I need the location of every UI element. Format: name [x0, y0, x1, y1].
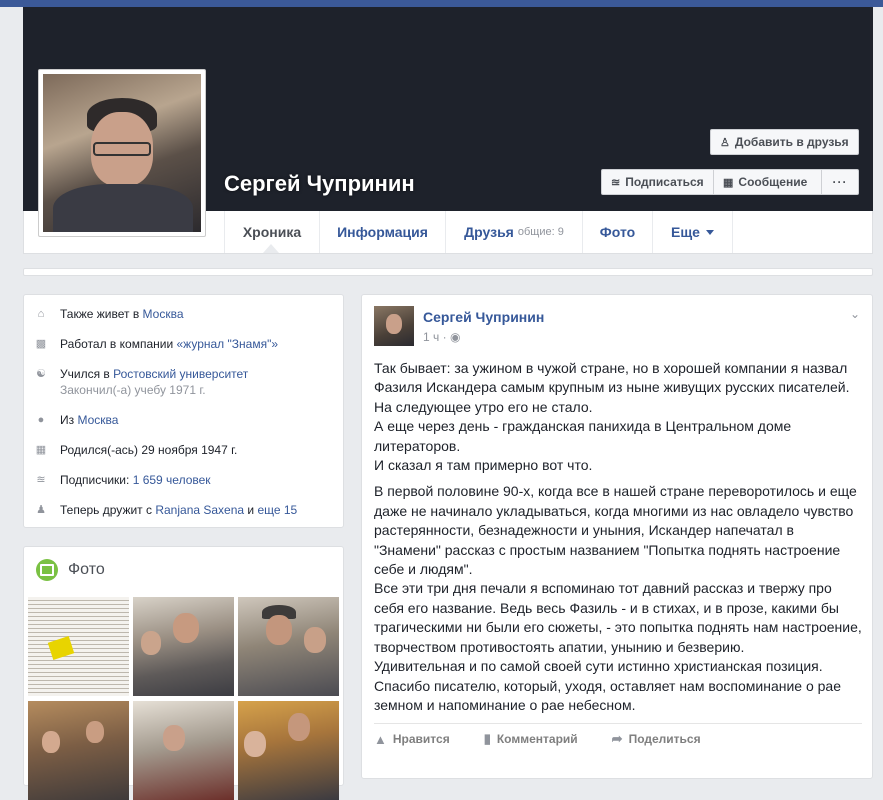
- followers-label: Подписчики:: [60, 473, 133, 487]
- lives-label: Также живет в: [60, 307, 143, 321]
- about-work: ▩ Работал в компании «журнал "Знамя"»: [35, 337, 278, 351]
- message-button[interactable]: ▦ Сообщение: [714, 169, 822, 195]
- timeline-post: Сергей Чупринин 1 ч · ◉ ⌄ Так бывает: за…: [361, 294, 873, 779]
- photo-thumb-group[interactable]: [28, 701, 129, 800]
- tab-more-label: Еще: [671, 224, 700, 240]
- photo-icon: [36, 559, 58, 581]
- study-finished: Закончил(-а) учебу 1971 г.: [60, 383, 206, 397]
- lives-city-link[interactable]: Москва: [143, 307, 184, 321]
- more-options-button[interactable]: ···: [822, 169, 859, 195]
- post-author-avatar[interactable]: [374, 306, 414, 346]
- photos-box: Фото: [23, 546, 344, 800]
- about-followers: ≊ Подписчики: 1 659 человек: [35, 473, 211, 487]
- caret-down-icon: [705, 229, 714, 235]
- message-icon: ▦: [723, 176, 734, 189]
- house-icon: ⌂: [37, 308, 45, 320]
- work-company-link[interactable]: «журнал "Знамя"»: [177, 337, 279, 351]
- friend-name-link[interactable]: Ranjana Saxena: [155, 503, 244, 517]
- rss-icon: ≊: [36, 474, 46, 486]
- from-label: Из: [60, 413, 78, 427]
- photo-thumb-woman-man[interactable]: [238, 701, 339, 800]
- photo-thumb-men-in-caps[interactable]: [238, 597, 339, 696]
- tab-more[interactable]: Еще: [653, 211, 733, 253]
- rss-icon: ≊: [611, 176, 621, 189]
- chevron-down-icon[interactable]: ⌄: [850, 307, 860, 321]
- people-icon: ♟: [36, 504, 46, 516]
- intro-box: ⌂ Также живет в Москва ▩ Работал в компа…: [23, 294, 344, 528]
- comment-label: Комментарий: [496, 732, 578, 746]
- tab-friends[interactable]: Друзья общие: 9: [446, 211, 583, 253]
- friends-label: Теперь дружит с: [60, 503, 156, 517]
- add-friend-icon: ♙: [720, 136, 730, 149]
- school-icon: ☯: [36, 368, 46, 380]
- profile-picture[interactable]: [38, 69, 206, 237]
- post-divider: [374, 723, 862, 724]
- message-label: Сообщение: [738, 175, 808, 189]
- post-paragraph-1: Так бывает: за ужином в чужой стране, но…: [374, 360, 850, 474]
- post-author-name[interactable]: Сергей Чупринин: [423, 309, 544, 325]
- friends-and: и: [244, 503, 258, 517]
- like-label: Нравится: [392, 732, 450, 746]
- study-label: Учился в: [60, 367, 114, 381]
- about-lives: ⌂ Также живет в Москва: [35, 307, 184, 321]
- tab-photos[interactable]: Фото: [583, 211, 653, 253]
- comment-icon: ▮: [483, 731, 491, 746]
- photos-header[interactable]: Фото: [36, 559, 105, 581]
- friends-common-count: общие: 9: [517, 226, 564, 238]
- calendar-icon: ▦: [35, 444, 47, 456]
- profile-photo-image: [43, 74, 201, 232]
- photo-thumb-newspaper[interactable]: [28, 597, 129, 696]
- tab-info-label: Информация: [337, 224, 428, 240]
- add-friend-label: Добавить в друзья: [734, 135, 849, 149]
- post-actions: ▲ Нравится ▮ Комментарий ➦ Поделиться: [374, 731, 735, 747]
- photo-thumb-audience[interactable]: [133, 701, 234, 800]
- location-pin-icon: ●: [37, 414, 45, 426]
- about-friends: ♟ Теперь дружит с Ranjana Saxena и еще 1…: [35, 503, 297, 517]
- work-label: Работал в компании: [60, 337, 177, 351]
- tab-info[interactable]: Информация: [320, 211, 446, 253]
- photos-title: Фото: [68, 561, 105, 578]
- friends-more-link[interactable]: еще 15: [257, 503, 297, 517]
- thumbs-up-icon: ▲: [374, 731, 387, 747]
- post-meta: 1 ч · ◉: [423, 330, 460, 344]
- share-icon: ➦: [611, 731, 623, 746]
- composer-bar: [23, 268, 873, 276]
- tab-timeline-label: Хроника: [242, 224, 302, 240]
- briefcase-icon: ▩: [35, 338, 47, 350]
- more-label: ···: [832, 175, 848, 189]
- about-study: ☯ Учился в Ростовский университет Закончи…: [35, 367, 248, 397]
- photo-thumb-men-at-table[interactable]: [133, 597, 234, 696]
- active-tab-indicator: [263, 244, 279, 253]
- top-bar: [0, 0, 883, 7]
- study-school-link[interactable]: Ростовский университет: [113, 367, 248, 381]
- share-label: Поделиться: [628, 732, 701, 746]
- post-body: Так бывает: за ужином в чужой стране, но…: [374, 359, 864, 722]
- globe-icon[interactable]: ◉: [450, 330, 460, 344]
- followers-count-link[interactable]: 1 659 человек: [133, 473, 211, 487]
- about-born: ▦ Родился(-ась) 29 ноября 1947 г.: [35, 443, 238, 457]
- subscribe-label: Подписаться: [625, 175, 704, 189]
- born-label: Родился(-ась) 29 ноября 1947 г.: [60, 443, 238, 457]
- subscribe-button[interactable]: ≊ Подписаться: [601, 169, 714, 195]
- from-city-link[interactable]: Москва: [77, 413, 118, 427]
- post-time[interactable]: 1 ч ·: [423, 330, 450, 344]
- share-button[interactable]: ➦ Поделиться: [612, 731, 701, 747]
- comment-button[interactable]: ▮ Комментарий: [484, 731, 578, 747]
- like-button[interactable]: ▲ Нравится: [374, 731, 450, 747]
- add-friend-button[interactable]: ♙ Добавить в друзья: [710, 129, 859, 155]
- post-paragraph-2: В первой половине 90-х, когда все в наше…: [374, 483, 862, 713]
- profile-name[interactable]: Сергей Чупринин: [224, 171, 415, 197]
- tab-photos-label: Фото: [599, 224, 636, 240]
- tab-friends-label: Друзья: [464, 224, 514, 240]
- about-from: ● Из Москва: [35, 413, 119, 427]
